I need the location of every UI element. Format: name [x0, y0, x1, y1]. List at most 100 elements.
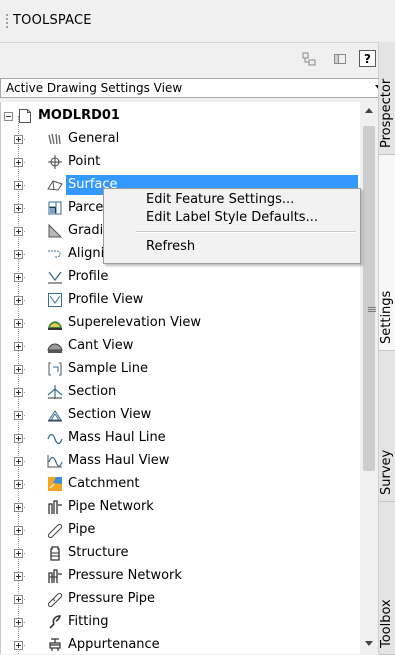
tab-label: Survey — [379, 449, 394, 495]
tree-item-label: Gradi — [68, 223, 104, 238]
tree-root-label: MODLRD01 — [38, 108, 120, 123]
profile-view-icon — [47, 292, 63, 308]
toggle-item-view-icon[interactable] — [331, 50, 348, 67]
profile-icon — [47, 269, 63, 285]
cant-view-icon — [47, 338, 63, 354]
tree-item-label: Superelevation View — [68, 315, 201, 330]
expand-icon[interactable] — [14, 641, 23, 650]
view-selector-value: Active Drawing Settings View — [6, 81, 183, 95]
tree-scrollbar[interactable] — [360, 102, 378, 654]
expand-icon[interactable] — [14, 319, 23, 328]
toolspace-toolbar: ? — [0, 43, 395, 73]
tree-item-profile[interactable]: Profile — [1, 266, 361, 289]
section-icon — [47, 384, 63, 400]
menu-item-edit-label-style-defaults[interactable]: Edit Label Style Defaults... — [146, 209, 318, 227]
scroll-up-arrow-icon[interactable] — [365, 108, 373, 113]
view-selector-dropdown[interactable]: Active Drawing Settings View — [0, 78, 388, 98]
catchment-icon — [47, 476, 63, 492]
toolspace-side-tabs: Prospector Settings Survey Toolbox — [378, 42, 395, 655]
fitting-icon — [47, 614, 63, 630]
tree-item-label: Fitting — [68, 614, 109, 629]
tree-item-mass-haul-line[interactable]: Mass Haul Line — [1, 427, 361, 450]
tab-survey[interactable]: Survey — [379, 351, 395, 502]
pressure-pipe-icon — [47, 591, 63, 607]
tab-prospector[interactable]: Prospector — [379, 42, 395, 155]
scroll-grip-icon — [368, 307, 376, 313]
tree-root-node[interactable]: MODLRD01 — [1, 105, 361, 128]
expand-icon[interactable] — [14, 273, 23, 282]
menu-separator — [136, 231, 356, 233]
settings-tree: MODLRD01 General Point Surface Parce Gra… — [0, 102, 361, 654]
expand-icon[interactable] — [14, 411, 23, 420]
pressure-network-icon — [47, 568, 63, 584]
pipe-network-icon — [47, 499, 63, 515]
superelevation-view-icon — [47, 315, 63, 331]
tree-item-mass-haul-view[interactable]: Mass Haul View — [1, 450, 361, 473]
expand-icon[interactable] — [14, 503, 23, 512]
collapse-icon[interactable] — [4, 112, 13, 121]
panel-grip-handle[interactable] — [6, 14, 8, 28]
tree-item-profile-view[interactable]: Profile View — [1, 289, 361, 312]
expand-icon[interactable] — [14, 227, 23, 236]
tree-item-catchment[interactable]: Catchment — [1, 473, 361, 496]
menu-item-edit-feature-settings[interactable]: Edit Feature Settings... — [146, 191, 294, 209]
expand-icon[interactable] — [14, 549, 23, 558]
tree-item-sample-line[interactable]: Sample Line — [1, 358, 361, 381]
tree-item-label: Pipe Network — [68, 499, 154, 514]
tree-item-section-view[interactable]: Section View — [1, 404, 361, 427]
expand-icon[interactable] — [14, 204, 23, 213]
tree-item-superelevation-view[interactable]: Superelevation View — [1, 312, 361, 335]
scroll-thumb[interactable] — [363, 126, 376, 471]
expand-icon[interactable] — [14, 181, 23, 190]
expand-icon[interactable] — [14, 365, 23, 374]
expand-icon[interactable] — [14, 595, 23, 604]
tree-item-appurtenance[interactable]: Appurtenance — [1, 634, 361, 654]
tree-item-label: Pressure Network — [68, 568, 182, 583]
tree-item-label: Cant View — [68, 338, 134, 353]
tree-item-label: Pressure Pipe — [68, 591, 156, 606]
tree-item-pressure-network[interactable]: Pressure Network — [1, 565, 361, 588]
tree-item-fitting[interactable]: Fitting — [1, 611, 361, 634]
sample-line-icon — [47, 361, 63, 377]
tab-label: Prospector — [379, 78, 394, 148]
expand-icon[interactable] — [14, 296, 23, 305]
tree-item-structure[interactable]: Structure — [1, 542, 361, 565]
expand-icon[interactable] — [14, 135, 23, 144]
help-button[interactable]: ? — [359, 50, 376, 67]
tree-item-label: Catchment — [68, 476, 140, 491]
menu-item-refresh[interactable]: Refresh — [146, 238, 195, 256]
tree-item-point[interactable]: Point — [1, 151, 361, 174]
tree-item-pressure-pipe[interactable]: Pressure Pipe — [1, 588, 361, 611]
tab-settings[interactable]: Settings — [379, 155, 395, 351]
tab-toolbox[interactable]: Toolbox — [379, 502, 395, 655]
parcel-icon — [47, 200, 63, 216]
tree-item-label: Point — [68, 154, 101, 169]
expand-icon[interactable] — [14, 457, 23, 466]
tree-item-label: Parce — [68, 200, 104, 215]
expand-icon[interactable] — [14, 618, 23, 627]
expand-icon[interactable] — [14, 434, 23, 443]
expand-icon[interactable] — [14, 158, 23, 167]
expand-icon[interactable] — [14, 572, 23, 581]
tree-item-general[interactable]: General — [1, 128, 361, 151]
tree-item-section[interactable]: Section — [1, 381, 361, 404]
item-view-icon[interactable] — [300, 50, 317, 67]
tree-item-label: Sample Line — [68, 361, 148, 376]
tree-item-label: Appurtenance — [68, 637, 160, 652]
tree-item-pipe[interactable]: Pipe — [1, 519, 361, 542]
tree-item-pipe-network[interactable]: Pipe Network — [1, 496, 361, 519]
tab-label: Toolbox — [379, 599, 394, 648]
expand-icon[interactable] — [14, 526, 23, 535]
scroll-down-arrow-icon[interactable] — [365, 641, 373, 646]
expand-icon[interactable] — [14, 342, 23, 351]
section-view-icon — [47, 407, 63, 423]
expand-icon[interactable] — [14, 388, 23, 397]
alignment-icon — [47, 246, 63, 262]
panel-title: TOOLSPACE — [13, 13, 92, 28]
expand-icon[interactable] — [14, 480, 23, 489]
toolspace-titlebar[interactable]: TOOLSPACE — [0, 0, 395, 43]
tree-item-cant-view[interactable]: Cant View — [1, 335, 361, 358]
expand-icon[interactable] — [14, 250, 23, 259]
surface-icon — [47, 177, 63, 193]
point-icon — [47, 154, 63, 170]
